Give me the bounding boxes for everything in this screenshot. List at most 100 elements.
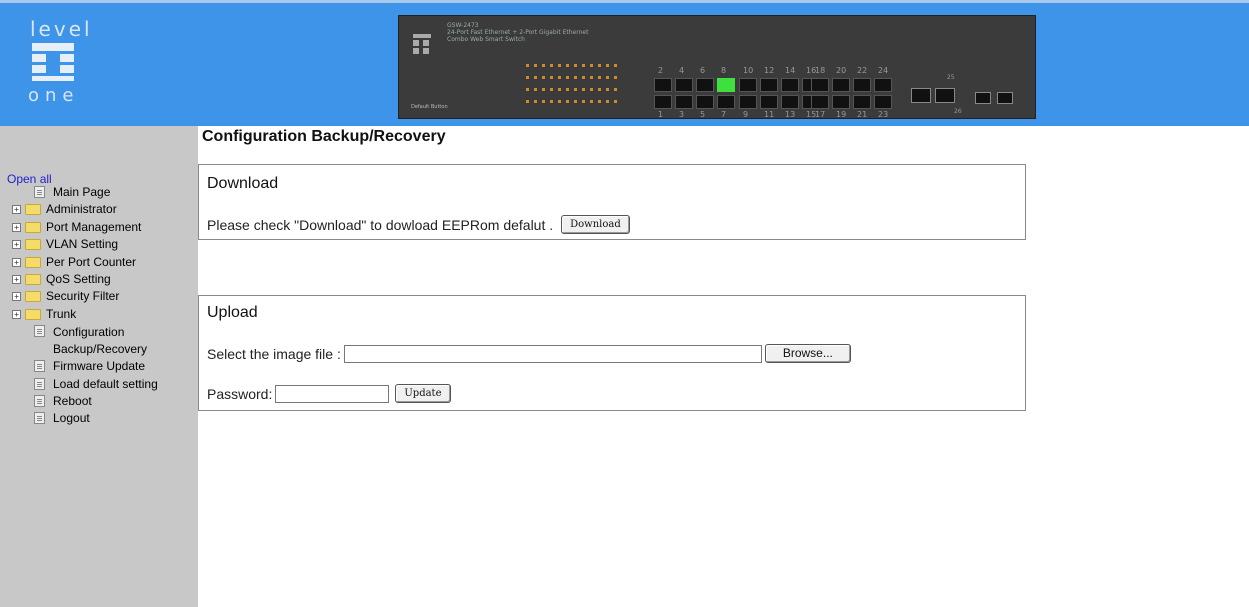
ethernet-port xyxy=(832,78,850,92)
led-row-act xyxy=(526,64,617,68)
sidebar-item-main-page[interactable]: Main Page xyxy=(0,185,110,202)
ethernet-port xyxy=(654,78,672,92)
open-all-link[interactable]: Open all xyxy=(7,172,52,186)
device-model-info: GSW-2473 24-Port Fast Ethernet + 2-Port … xyxy=(447,22,588,43)
browse-button[interactable]: Browse... xyxy=(764,344,851,363)
password-label: Password: xyxy=(207,385,273,402)
sidebar-item-label: Per Port Counter xyxy=(46,254,137,269)
sidebar-item-label: VLAN Setting xyxy=(46,237,119,252)
page-title: Configuration Backup/Recovery xyxy=(202,128,446,145)
sidebar-item-trunk[interactable]: + Trunk xyxy=(0,307,76,324)
sidebar-item-reboot[interactable]: Reboot xyxy=(0,394,92,411)
sfp-port xyxy=(911,88,931,103)
page-icon xyxy=(34,360,45,373)
led-row-act2 xyxy=(526,88,617,92)
ethernet-port xyxy=(811,78,829,92)
levelone-logo: level one xyxy=(8,13,118,113)
port-number-label: 17 xyxy=(815,110,826,119)
port-number-label: 23 xyxy=(878,110,889,119)
sidebar-item-label: Port Management xyxy=(46,219,142,234)
update-button[interactable]: Update xyxy=(395,384,451,403)
upload-heading: Upload xyxy=(207,304,258,321)
port-number-label: 7 xyxy=(721,110,727,119)
logo-text-top: level xyxy=(30,17,93,41)
file-path-input[interactable] xyxy=(343,344,762,363)
device-desc-2: Combo Web Smart Switch xyxy=(447,36,525,43)
sidebar-item-label: Configuration Backup/Recovery xyxy=(53,324,147,358)
expand-icon[interactable]: + xyxy=(12,257,21,267)
sidebar-item-vlan-setting[interactable]: + VLAN Setting xyxy=(0,237,118,254)
sidebar-item-security-filter[interactable]: + Security Filter xyxy=(0,289,119,306)
port-number-label: 4 xyxy=(679,66,685,75)
sidebar-item-label: Logout xyxy=(53,411,90,426)
sidebar-item-configuration[interactable]: Configuration Backup/Recovery xyxy=(0,324,147,358)
port-number-label: 21 xyxy=(857,110,868,119)
switch-logo-icon xyxy=(411,20,437,68)
folder-icon xyxy=(25,274,41,285)
expand-icon[interactable]: + xyxy=(12,292,21,302)
folder-icon xyxy=(25,221,41,233)
sidebar-item-administrator[interactable]: + Administrator xyxy=(0,202,117,219)
sidebar-item-per-port-counter[interactable]: + Per Port Counter xyxy=(0,255,136,272)
expand-icon[interactable]: + xyxy=(12,309,21,319)
ethernet-port xyxy=(760,95,778,109)
folder-icon xyxy=(25,256,41,268)
port-number-label: 5 xyxy=(700,110,706,119)
sidebar-item-label: Trunk xyxy=(46,306,77,321)
port-number-label: 12 xyxy=(764,66,775,75)
sidebar-item-port-management[interactable]: + Port Management xyxy=(0,220,141,237)
page-icon xyxy=(34,325,45,338)
ethernet-port xyxy=(739,95,757,109)
port-number-label: 8 xyxy=(721,66,727,75)
default-button-label: Default Button xyxy=(411,104,448,110)
expand-icon[interactable]: + xyxy=(12,222,21,232)
port-number-label: 18 xyxy=(815,66,826,75)
port-number-label: 1 xyxy=(658,110,664,119)
sidebar-item-label: Firmware Update xyxy=(53,359,146,374)
download-button[interactable]: Download xyxy=(561,215,630,234)
sidebar-item-logout[interactable]: Logout xyxy=(0,411,90,428)
sidebar-item-label: Administrator xyxy=(46,202,117,217)
led-row-speed2 xyxy=(526,100,617,104)
port-number-label: 9 xyxy=(743,110,749,119)
port-number-label: 6 xyxy=(700,66,706,75)
folder-icon xyxy=(25,308,41,320)
ethernet-port xyxy=(717,95,735,109)
sidebar-item-firmware-update[interactable]: Firmware Update xyxy=(0,359,145,376)
sfp-label: 25 xyxy=(947,74,955,81)
expand-icon[interactable]: + xyxy=(12,240,21,250)
sidebar-item-load-default-setting[interactable]: Load default setting xyxy=(0,377,158,394)
device-model: GSW-2473 xyxy=(447,22,479,29)
sidebar-item-qos-setting[interactable]: + QoS Setting xyxy=(0,272,111,289)
ethernet-port xyxy=(739,78,757,92)
download-row: Please check "Download" to dowload EEPRo… xyxy=(207,215,630,234)
file-select-label: Select the image file : xyxy=(207,345,341,362)
port-number-label: 24 xyxy=(878,66,889,75)
sidebar-item-label: QoS Setting xyxy=(46,272,111,286)
ethernet-port xyxy=(696,95,714,109)
page-icon xyxy=(34,412,45,425)
ethernet-port xyxy=(874,95,892,109)
page-icon xyxy=(34,395,45,407)
folder-icon xyxy=(25,291,41,303)
logo-text-bottom: one xyxy=(28,85,80,106)
ethernet-port xyxy=(853,95,871,109)
sfp-port xyxy=(975,92,991,104)
header-banner: level one GSW-2473 24-Port Fast Ethernet… xyxy=(0,0,1249,126)
ethernet-port xyxy=(832,95,850,109)
port-number-label: 19 xyxy=(836,110,847,119)
port-number-label: 10 xyxy=(743,66,754,75)
port-number-label: 20 xyxy=(836,66,847,75)
download-heading: Download xyxy=(207,175,279,192)
sidebar-item-label-line1: Configuration xyxy=(53,325,125,340)
password-input[interactable] xyxy=(275,384,390,403)
upload-panel: Upload Select the image file : Browse...… xyxy=(198,295,1026,411)
ethernet-port xyxy=(717,78,735,92)
ethernet-port xyxy=(675,78,693,92)
page-icon xyxy=(34,186,45,198)
switch-front-panel: GSW-2473 24-Port Fast Ethernet + 2-Port … xyxy=(398,15,1036,119)
expand-icon[interactable]: + xyxy=(12,205,21,215)
folder-icon xyxy=(25,204,41,216)
expand-icon[interactable]: + xyxy=(12,275,21,284)
folder-icon xyxy=(25,239,41,251)
